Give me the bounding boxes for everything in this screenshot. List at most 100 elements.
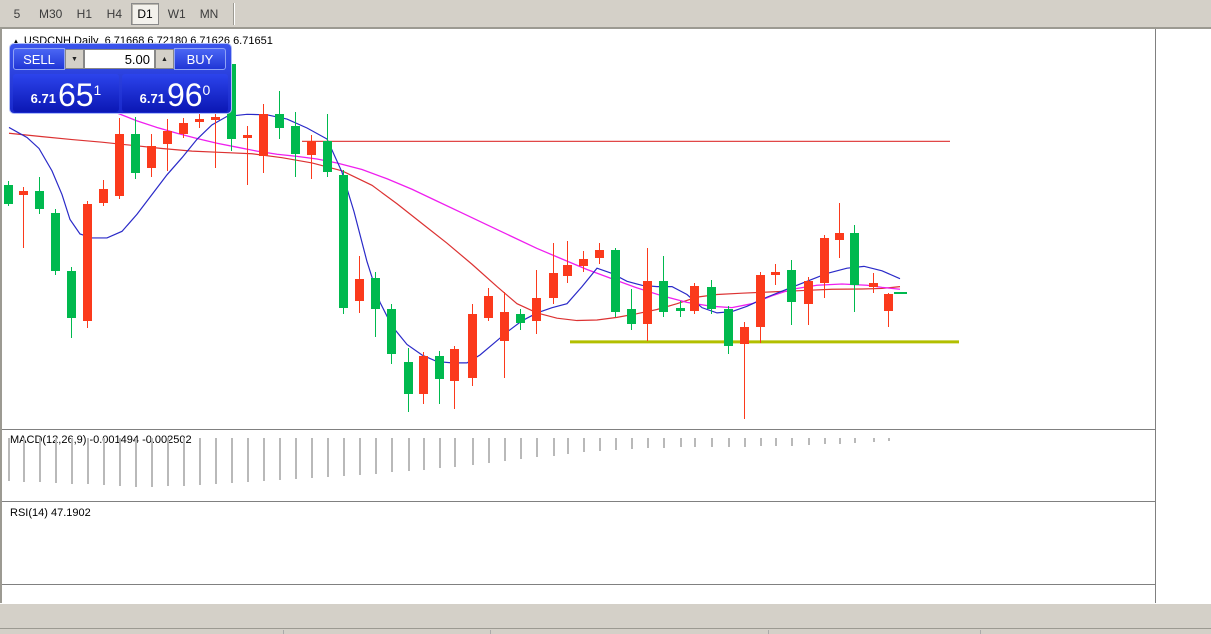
- panel-separator[interactable]: [2, 429, 1155, 431]
- macd-histogram-bar: [873, 437, 875, 442]
- symbol-tab-bar: [0, 603, 1211, 628]
- timeframe-button-d1[interactable]: D1: [131, 2, 159, 25]
- macd-histogram-bar: [343, 437, 345, 476]
- timeframe-button-5[interactable]: 5: [4, 3, 30, 25]
- volume-up-icon[interactable]: ▲: [155, 49, 174, 69]
- macd-histogram-bar: [854, 437, 856, 443]
- candle-body: [611, 250, 620, 312]
- candle-body: [387, 308, 396, 354]
- candle-body: [83, 203, 92, 321]
- macd-histogram-bar: [311, 437, 313, 478]
- timeframe-button-w1[interactable]: W1: [163, 3, 191, 25]
- panel-separator[interactable]: [2, 501, 1155, 503]
- buy-price-pip: 0: [202, 82, 211, 98]
- candle-body: [35, 190, 44, 209]
- candle-body: [51, 212, 60, 271]
- macd-label: MACD(12,26,9) -0.001494 -0.002502: [10, 434, 192, 446]
- timeframe-button-h1[interactable]: H1: [71, 3, 97, 25]
- macd-histogram-bar: [888, 437, 890, 441]
- candle-body: [179, 122, 188, 135]
- macd-histogram-bar: [87, 437, 89, 485]
- macd-histogram-bar: [808, 437, 810, 445]
- status-separator: [768, 630, 769, 634]
- candle-body: [484, 295, 493, 318]
- toolbar-separator: [233, 2, 236, 25]
- candle-body: [115, 134, 124, 196]
- date-axis[interactable]: [2, 584, 1155, 604]
- candle-body: [884, 294, 893, 311]
- candle-body: [243, 135, 252, 139]
- candle-body: [532, 298, 541, 321]
- sell-price-display[interactable]: 6.71 65 1: [13, 74, 119, 112]
- macd-histogram-bar: [199, 437, 201, 485]
- candle-body: [869, 282, 878, 287]
- macd-histogram-bar: [536, 437, 538, 458]
- macd-histogram-bar: [408, 437, 410, 472]
- candle-body: [99, 189, 108, 204]
- macd-histogram-bar: [839, 437, 841, 444]
- candle-body: [659, 281, 668, 312]
- macd-histogram-bar: [663, 437, 665, 448]
- candle-body: [19, 190, 28, 196]
- buy-price-display[interactable]: 6.71 96 0: [122, 74, 228, 112]
- volume-input[interactable]: [84, 49, 155, 69]
- macd-histogram-bar: [615, 437, 617, 450]
- macd-histogram-bar: [711, 437, 713, 448]
- macd-histogram-bar: [775, 437, 777, 447]
- macd-histogram-bar: [103, 437, 105, 486]
- macd-histogram-bar: [247, 437, 249, 482]
- buy-button[interactable]: BUY: [174, 48, 226, 70]
- macd-histogram-bar: [279, 437, 281, 481]
- candle-body: [259, 114, 268, 157]
- candle-body: [516, 314, 525, 324]
- chart-window[interactable]: ▲ USDCNH,Daily 6.71668 6.72180 6.71626 6.…: [0, 28, 1211, 604]
- candle-body: [275, 114, 284, 128]
- macd-histogram-bar: [631, 437, 633, 449]
- macd-histogram-bar: [8, 437, 10, 481]
- macd-histogram-bar: [760, 437, 762, 447]
- macd-histogram-bar: [583, 437, 585, 453]
- macd-histogram-bar: [553, 437, 555, 456]
- macd-histogram-bar: [23, 437, 25, 482]
- candle-body: [820, 237, 829, 284]
- sell-price-big: 65: [57, 77, 94, 113]
- macd-histogram-bar: [744, 437, 746, 447]
- macd-histogram-bar: [55, 437, 57, 483]
- candle-body: [371, 277, 380, 309]
- candle-body: [339, 174, 348, 308]
- candle-body: [163, 131, 172, 144]
- macd-histogram-bar: [488, 437, 490, 464]
- price-axis[interactable]: [1155, 29, 1211, 604]
- candle-body: [404, 361, 413, 395]
- candle-body: [291, 125, 300, 154]
- macd-histogram-bar: [504, 437, 506, 462]
- status-separator: [283, 630, 284, 634]
- candle-body: [740, 326, 749, 345]
- macd-histogram-bar: [599, 437, 601, 451]
- macd-histogram-bar: [728, 437, 730, 447]
- candle-wick: [215, 112, 216, 169]
- candle-body: [850, 232, 859, 286]
- ma-red-line: [8, 132, 901, 322]
- volume-down-icon[interactable]: ▼: [65, 49, 84, 69]
- timeframe-button-h4[interactable]: H4: [101, 3, 127, 25]
- macd-histogram-bar: [231, 437, 233, 483]
- timeframe-button-m30[interactable]: M30: [34, 3, 67, 25]
- macd-histogram-bar: [824, 437, 826, 445]
- candle-body: [419, 356, 428, 395]
- candle-body: [468, 314, 477, 379]
- candle-body: [211, 116, 220, 121]
- status-separator: [980, 630, 981, 634]
- timeframe-button-mn[interactable]: MN: [195, 3, 224, 25]
- chart-canvas: [8, 101, 959, 364]
- macd-histogram-bar: [183, 437, 185, 486]
- candle-wick: [23, 186, 24, 249]
- candle-body: [835, 232, 844, 241]
- rsi-label: RSI(14) 47.1902: [10, 507, 91, 519]
- sell-price-pip: 1: [93, 82, 102, 98]
- timeframe-toolbar: 5 M30 H1 H4 D1 W1 MN: [0, 0, 1211, 28]
- candle-body: [804, 281, 813, 304]
- macd-histogram-bar: [439, 437, 441, 469]
- macd-histogram-bar: [472, 437, 474, 465]
- sell-button[interactable]: SELL: [13, 48, 65, 70]
